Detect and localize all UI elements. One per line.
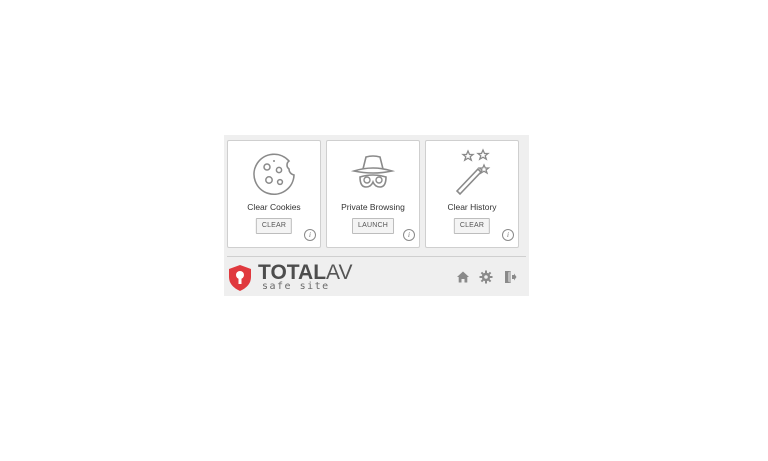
extension-popup: Clear Cookies CLEAR i Private Browsing L…	[224, 135, 529, 296]
card-label: Clear History	[447, 202, 497, 212]
info-icon[interactable]: i	[502, 229, 514, 241]
logout-icon[interactable]	[503, 270, 517, 284]
tagline: safe site	[262, 281, 330, 292]
info-icon[interactable]: i	[403, 229, 415, 241]
launch-private-browsing-button[interactable]: LAUNCH	[352, 218, 394, 234]
clear-cookies-button[interactable]: CLEAR	[255, 218, 293, 234]
card-label: Private Browsing	[341, 202, 405, 212]
footer: TOTALAV safe site	[224, 258, 529, 296]
brand-light: AV	[326, 261, 353, 284]
incognito-icon	[327, 147, 419, 197]
clear-history-card: Clear History CLEAR i	[425, 140, 519, 248]
clear-history-button[interactable]: CLEAR	[453, 218, 491, 234]
clear-cookies-card: Clear Cookies CLEAR i	[227, 140, 321, 248]
home-icon[interactable]	[456, 270, 470, 284]
info-icon[interactable]: i	[304, 229, 316, 241]
card-label: Clear Cookies	[247, 202, 301, 212]
shield-logo-icon	[227, 264, 253, 297]
divider	[227, 256, 526, 257]
magic-wand-icon	[426, 147, 518, 197]
private-browsing-card: Private Browsing LAUNCH i	[326, 140, 420, 248]
cookie-icon	[228, 147, 320, 197]
gear-icon[interactable]	[479, 270, 493, 284]
